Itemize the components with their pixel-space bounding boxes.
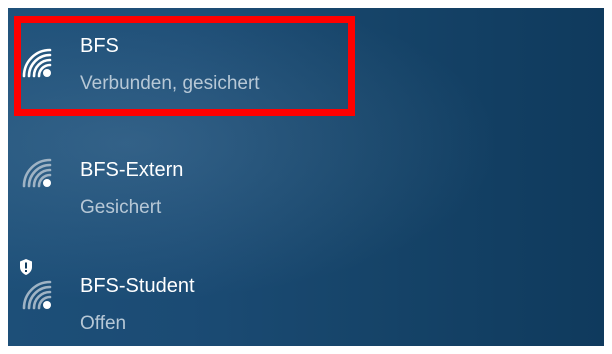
- network-name: BFS-Student: [80, 275, 195, 297]
- wifi-signal-icon: [22, 280, 52, 310]
- shield-warning-icon: [20, 259, 32, 275]
- network-item-bfs-extern[interactable]: BFS-Extern Gesichert: [8, 120, 604, 220]
- selection-highlight-box: [14, 16, 355, 116]
- network-name: BFS-Extern: [80, 159, 184, 181]
- network-item-bfs-student[interactable]: BFS-Student Offen: [8, 234, 604, 334]
- network-status: Offen: [80, 313, 127, 334]
- screenshot-frame: BFS Verbunden, gesichert BFS-Extern Gesi…: [0, 0, 612, 354]
- wifi-signal-icon: [22, 158, 52, 188]
- network-status: Gesichert: [80, 197, 162, 218]
